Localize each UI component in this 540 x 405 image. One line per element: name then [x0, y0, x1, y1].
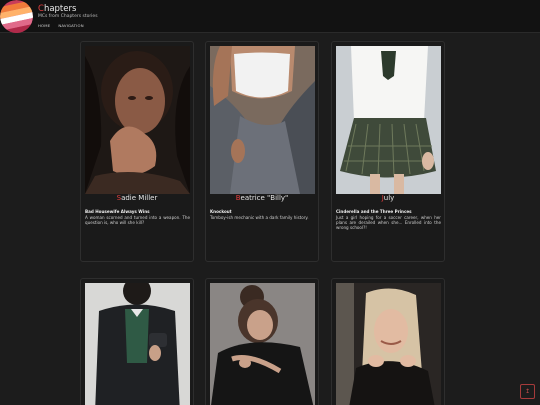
character-name: July	[332, 194, 444, 202]
name-rest: adie Miller	[121, 194, 158, 202]
story-title: Knockout	[210, 209, 232, 214]
character-description: Tomboy-ish mechanic with a dark family h…	[210, 215, 309, 220]
character-description: A woman scorned and turned into a weapon…	[85, 215, 190, 225]
site-title-rest: hapters	[43, 4, 77, 14]
character-card-6[interactable]	[331, 278, 445, 405]
nav-navigation[interactable]: NAVIGATION	[58, 23, 83, 28]
story-title: Bad Housewife Always Wins	[85, 209, 150, 214]
character-photo	[85, 283, 190, 405]
character-card-5[interactable]	[205, 278, 319, 405]
nav-home[interactable]: HOME	[38, 23, 50, 28]
scroll-top-button[interactable]: ↥	[520, 384, 535, 399]
character-photo	[85, 46, 190, 194]
character-card-july[interactable]: July Cinderella and the Three Princes Ju…	[331, 41, 445, 262]
character-photo	[336, 46, 441, 194]
logo-icon[interactable]	[0, 0, 33, 33]
site-subtitle: MCs from Chapters stories	[38, 14, 98, 19]
story-title: Cinderella and the Three Princes	[336, 209, 412, 214]
character-card-4[interactable]	[80, 278, 194, 405]
character-name: Sadie Miller	[81, 194, 193, 202]
character-description: Just a girl hoping for a soccer career, …	[336, 215, 441, 230]
character-photo	[336, 283, 441, 405]
character-name: Beatrice "Billy"	[206, 194, 318, 202]
character-photo	[210, 283, 315, 405]
character-photo	[210, 46, 315, 194]
site-header: Chapters MCs from Chapters stories HOME …	[0, 0, 540, 33]
name-rest: uly	[383, 194, 395, 202]
site-title[interactable]: Chapters	[38, 4, 76, 14]
character-card-beatrice[interactable]: Beatrice "Billy" Knockout Tomboy-ish mec…	[205, 41, 319, 262]
name-rest: eatrice "Billy"	[240, 194, 289, 202]
character-card-sadie[interactable]: Sadie Miller Bad Housewife Always Wins A…	[80, 41, 194, 262]
top-nav: HOME NAVIGATION	[38, 23, 84, 28]
